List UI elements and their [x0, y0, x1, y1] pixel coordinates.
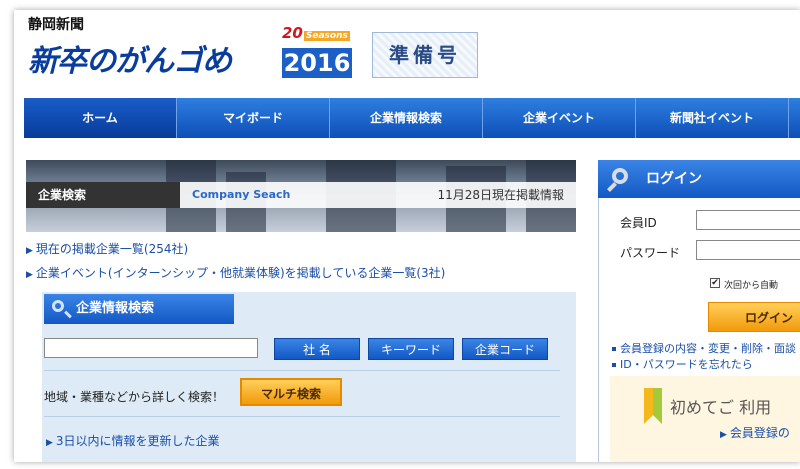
bullet-icon — [612, 347, 616, 351]
link-recently-updated[interactable]: ▶ 3日以内に情報を更新した企業 — [46, 432, 220, 449]
company-search-banner: 企業検索 Company Seach 11月28日現在掲載情報 — [26, 160, 576, 232]
search-by-keyword-button[interactable]: キーワード — [368, 338, 454, 360]
nav-company-search[interactable]: 企業情報検索 — [330, 98, 483, 138]
member-id-label: 会員ID — [620, 216, 657, 230]
search-icon — [52, 300, 64, 312]
banner-date-info: 11月28日現在掲載情報 — [437, 188, 564, 202]
nav-home[interactable]: ホーム — [24, 98, 177, 138]
search-by-code-button[interactable]: 企業コード — [462, 338, 548, 360]
detail-search-text: 地域・業種などから詳しく検索！ — [44, 390, 225, 404]
arrow-right-icon: ▶ — [720, 430, 727, 440]
login-button[interactable]: ログイン — [708, 302, 800, 332]
remember-checkbox[interactable]: ✔ — [710, 278, 720, 288]
year-badge: 2016 — [282, 48, 352, 78]
divider — [44, 370, 560, 371]
remember-label: 次回から自動 — [724, 281, 779, 291]
password-input[interactable] — [696, 240, 800, 260]
link-listed-companies[interactable]: ▶ 現在の掲載企業一覧(254社) — [26, 240, 188, 257]
link-member-registration[interactable]: 会員登録の内容・変更・削除・面談 — [612, 340, 796, 356]
link-member-registration-guide-text: 会員登録の — [729, 426, 790, 440]
link-event-companies[interactable]: ▶ 企業イベント(インターンシップ・他就業体験)を掲載している企業一覧(3社) — [26, 264, 445, 281]
nav-company-events[interactable]: 企業イベント — [483, 98, 636, 138]
bullet-icon — [612, 363, 616, 367]
link-forgot-password[interactable]: ID・パスワードを忘れたら — [612, 356, 753, 372]
divider — [44, 416, 560, 417]
arrow-right-icon: ▶ — [26, 246, 33, 256]
seasons-word: Seasons — [303, 31, 350, 41]
banner-english: Company Seach — [192, 188, 291, 201]
arrow-right-icon: ▶ — [46, 438, 53, 448]
link-recently-updated-text: 3日以内に情報を更新した企業 — [55, 434, 220, 448]
search-by-name-button[interactable]: 社 名 — [274, 338, 360, 360]
link-member-registration-text: 会員登録の内容・変更・削除・面談 — [620, 342, 796, 355]
first-time-panel — [610, 376, 800, 462]
site-logo[interactable]: 新卒のがんゴめ — [28, 36, 232, 80]
nav-myboard[interactable]: マイボード — [177, 98, 330, 138]
browser-viewport: 静岡新聞 新卒のがんゴめ 20 Seasons 2016 準備号 ホーム マイボー… — [14, 10, 800, 462]
login-heading: ログイン — [598, 160, 800, 198]
member-id-input[interactable] — [696, 210, 800, 230]
preparation-badge: 準備号 — [372, 32, 478, 78]
search-heading: 企業情報検索 — [44, 294, 234, 324]
link-member-registration-guide[interactable]: ▶ 会員登録の — [720, 424, 790, 441]
seasons-number: 20 — [282, 24, 303, 42]
nav-newspaper-events[interactable]: 新聞社イベント — [636, 98, 789, 138]
link-forgot-password-text: ID・パスワードを忘れたら — [620, 358, 753, 371]
newspaper-name: 静岡新聞 — [28, 17, 84, 33]
link-listed-companies-text: 現在の掲載企業一覧(254社) — [35, 242, 189, 256]
key-icon — [612, 168, 628, 184]
search-input[interactable] — [44, 338, 258, 358]
link-event-companies-text: 企業イベント(インターンシップ・他就業体験)を掲載している企業一覧(3社) — [35, 266, 446, 280]
first-time-title: 初めてご 利用 — [670, 398, 772, 417]
login-heading-text: ログイン — [646, 171, 702, 187]
main-nav: ホーム マイボード 企業情報検索 企業イベント 新聞社イベント — [24, 98, 800, 138]
banner-label: 企業検索 — [26, 182, 180, 208]
seasons-badge: 20 Seasons — [282, 24, 350, 42]
multi-search-button[interactable]: マルチ検索 — [240, 378, 342, 406]
password-label: パスワード — [620, 246, 681, 260]
search-heading-text: 企業情報検索 — [76, 301, 155, 316]
arrow-right-icon: ▶ — [26, 270, 33, 280]
